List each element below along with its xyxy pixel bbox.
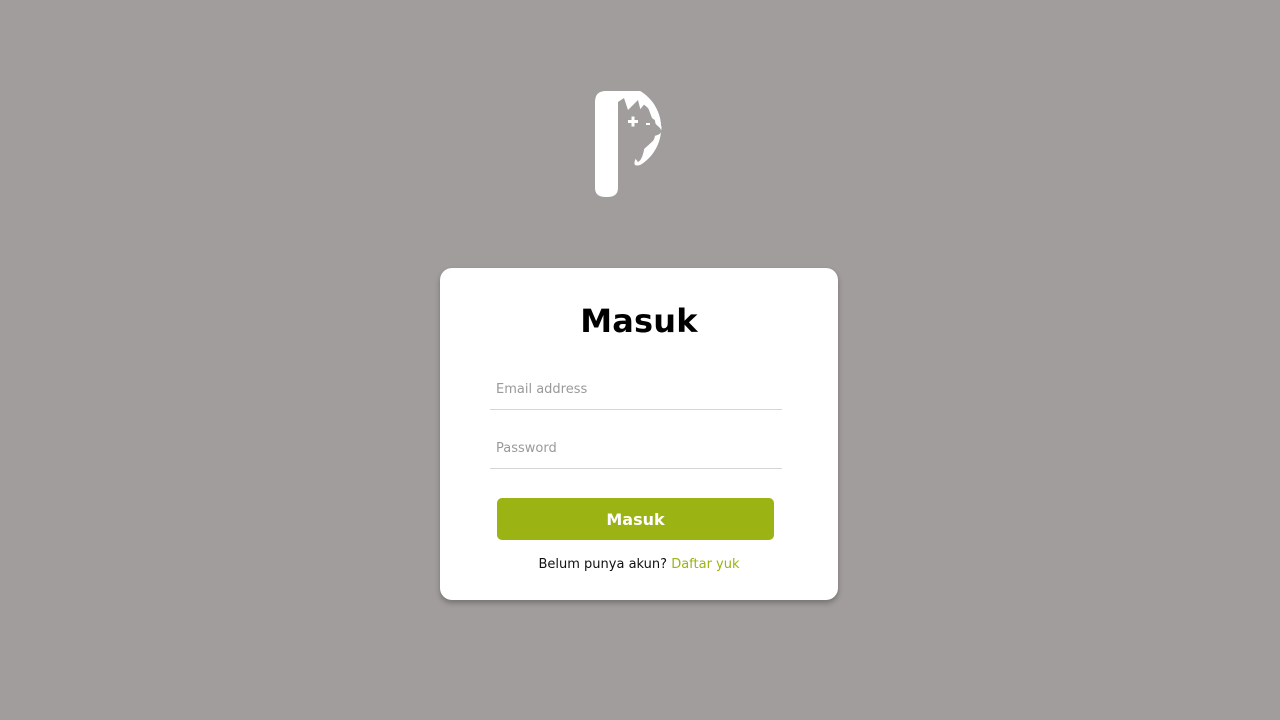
login-button[interactable]: Masuk — [497, 498, 774, 540]
brand-logo-icon — [594, 90, 686, 198]
email-field[interactable] — [490, 370, 782, 410]
password-field[interactable] — [490, 429, 782, 469]
register-prompt: Belum punya akun? Daftar yuk — [440, 557, 838, 572]
register-link[interactable]: Daftar yuk — [671, 557, 739, 572]
page-title: Masuk — [580, 302, 698, 340]
register-prompt-text: Belum punya akun? — [538, 557, 668, 572]
login-card: Masuk Masuk Belum punya akun? Daftar yuk — [440, 268, 838, 600]
